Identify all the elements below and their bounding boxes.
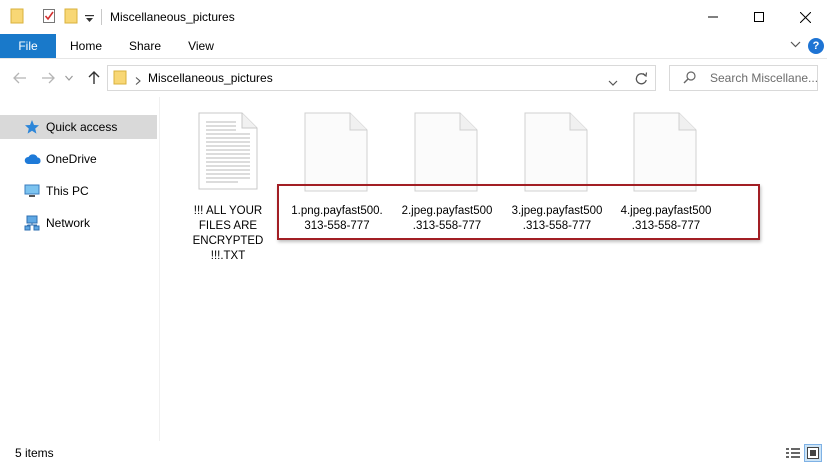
status-bar: 5 items: [0, 441, 827, 465]
pane-divider: [159, 97, 160, 441]
forward-button[interactable]: [38, 68, 58, 88]
back-arrow-icon: [13, 72, 26, 84]
sidebar-item-network[interactable]: Network: [0, 211, 157, 235]
close-button[interactable]: [782, 0, 827, 34]
sidebar-item-quick-access[interactable]: Quick access: [0, 115, 157, 139]
help-button[interactable]: ?: [808, 38, 824, 54]
sidebar-item-onedrive[interactable]: OneDrive: [0, 147, 157, 171]
folder-icon: [113, 70, 127, 88]
search-icon: [683, 71, 696, 87]
new-folder-icon[interactable]: [64, 8, 78, 27]
sidebar-item-label: OneDrive: [46, 152, 97, 166]
computer-icon: [24, 183, 40, 202]
minimize-icon: [708, 16, 718, 18]
window-title: Miscellaneous_pictures: [110, 10, 235, 24]
breadcrumb[interactable]: Miscellaneous_pictures: [148, 71, 273, 85]
title-separator: [101, 9, 102, 25]
minimize-button[interactable]: [690, 0, 736, 34]
chevron-down-icon: [65, 75, 73, 81]
blank-file-icon: [524, 112, 588, 195]
search-input[interactable]: Search Miscellane...: [710, 71, 818, 85]
breadcrumb-chevron-icon[interactable]: [135, 74, 141, 88]
address-bar[interactable]: Miscellaneous_pictures: [107, 65, 630, 91]
sidebar-item-label: This PC: [46, 184, 89, 198]
sidebar-item-label: Quick access: [46, 120, 118, 134]
tab-file[interactable]: File: [0, 34, 56, 58]
customize-toolbar-icon[interactable]: [85, 12, 94, 26]
item-count: 5 items: [15, 446, 54, 460]
folder-icon[interactable]: [10, 8, 24, 27]
blank-file-icon: [414, 112, 478, 195]
up-arrow-icon: [88, 71, 100, 84]
expand-ribbon-icon[interactable]: [790, 39, 801, 53]
large-icons-view-icon: [807, 447, 819, 459]
refresh-button[interactable]: [628, 65, 656, 91]
close-icon: [799, 11, 811, 23]
up-button[interactable]: [84, 68, 104, 88]
large-icons-view-button[interactable]: [804, 444, 822, 462]
ribbon-tabs: File Home Share View ?: [0, 34, 827, 58]
navigation-pane: Quick access OneDrive This PC Network: [0, 97, 159, 441]
address-dropdown-icon[interactable]: [608, 75, 618, 89]
refresh-icon: [635, 71, 648, 84]
back-button[interactable]: [10, 68, 30, 88]
search-box[interactable]: Search Miscellane...: [669, 65, 818, 91]
maximize-button[interactable]: [736, 0, 782, 34]
star-icon: [24, 119, 40, 138]
properties-icon[interactable]: [42, 8, 56, 27]
tab-share[interactable]: Share: [122, 34, 168, 58]
details-view-button[interactable]: [784, 444, 802, 462]
title-bar: Miscellaneous_pictures: [0, 0, 827, 34]
forward-arrow-icon: [42, 72, 55, 84]
text-file-icon: [198, 112, 258, 193]
recent-locations-button[interactable]: [62, 68, 76, 88]
navigation-bar: Miscellaneous_pictures Search Miscellane…: [0, 58, 827, 97]
sidebar-item-label: Network: [46, 216, 91, 230]
sidebar-item-this-pc[interactable]: This PC: [0, 179, 157, 203]
network-icon: [24, 215, 40, 234]
cloud-icon: [24, 151, 42, 170]
blank-file-icon: [633, 112, 697, 195]
file-name: !!! ALL YOUR FILES ARE ENCRYPTED !!!.TXT: [192, 205, 264, 262]
tab-home[interactable]: Home: [62, 34, 110, 58]
maximize-icon: [754, 12, 764, 22]
details-view-icon: [786, 448, 800, 458]
highlight-box: [277, 184, 760, 240]
blank-file-icon: [304, 112, 368, 195]
tab-view[interactable]: View: [178, 34, 224, 58]
